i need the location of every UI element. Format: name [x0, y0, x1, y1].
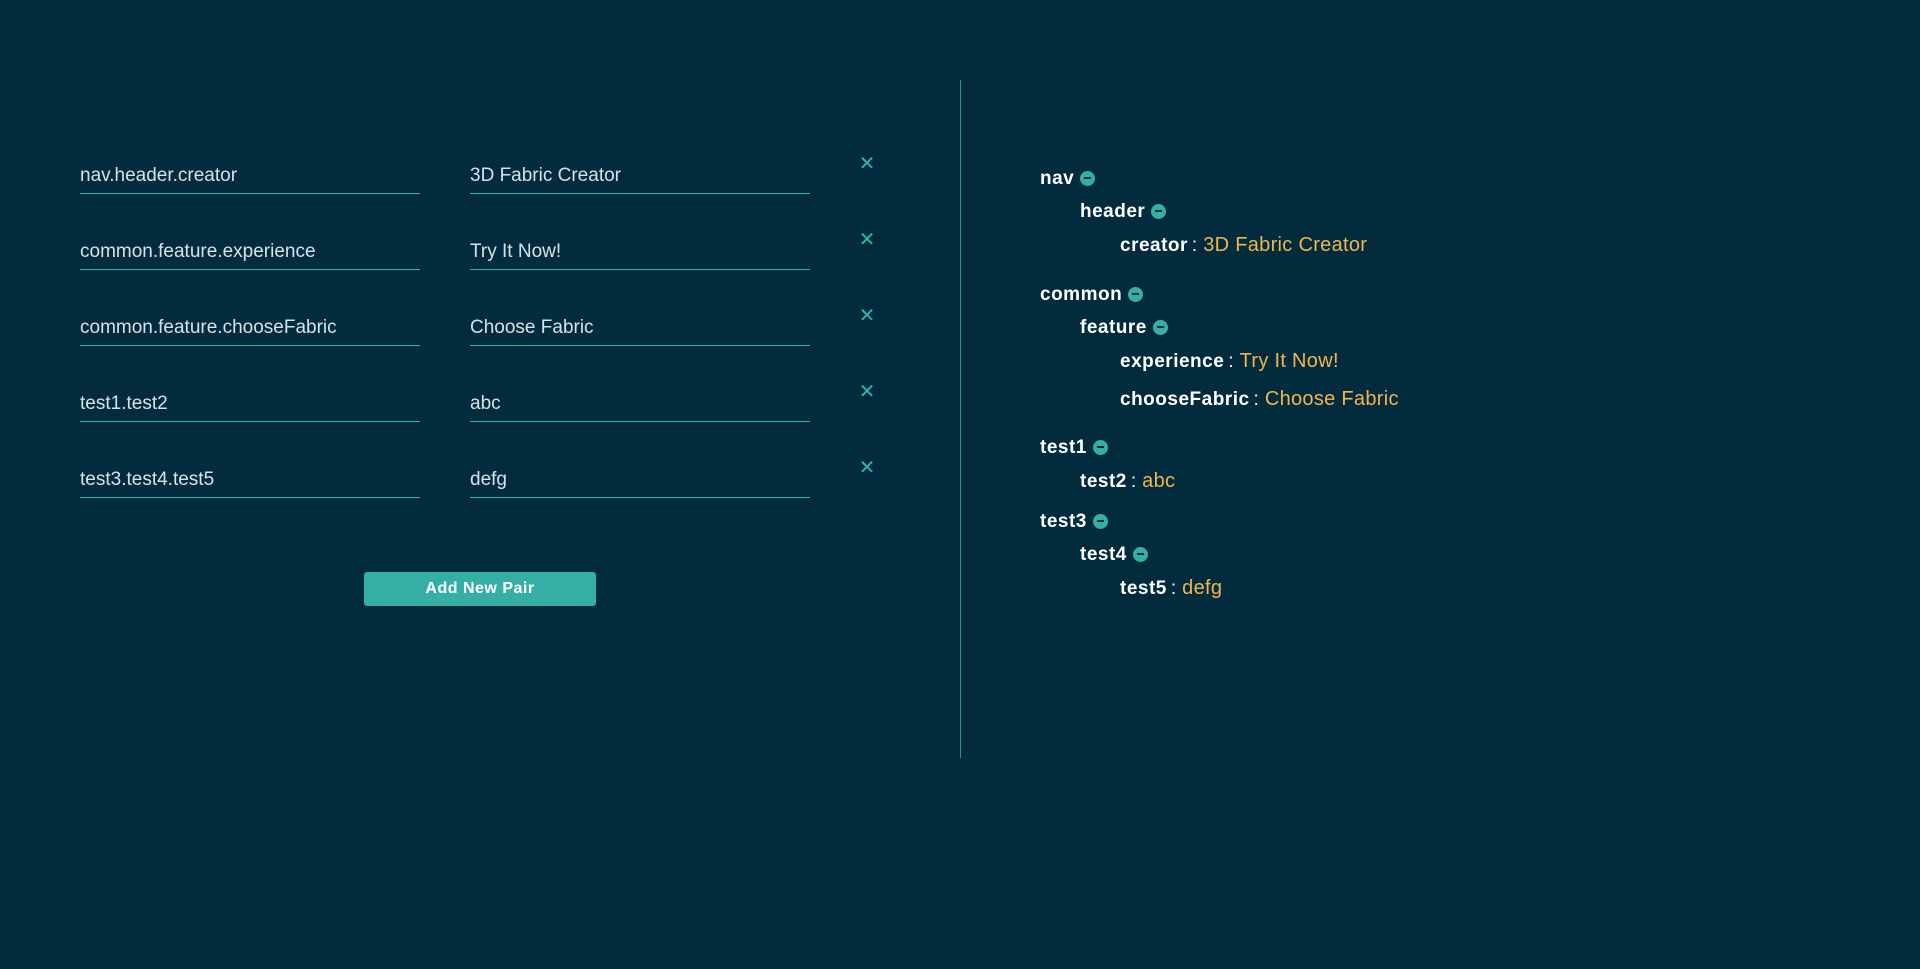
tree-leaf-key: test5	[1120, 578, 1167, 599]
key-input[interactable]	[80, 302, 420, 346]
remove-pair-button[interactable]: ✕	[854, 226, 880, 252]
tree-leaf-value: Choose Fabric	[1264, 388, 1399, 410]
tree-node-label: common	[1040, 284, 1123, 305]
key-value-separator: :	[1191, 235, 1198, 256]
value-input[interactable]	[470, 454, 810, 498]
key-input[interactable]	[80, 150, 420, 194]
key-value-separator: :	[1130, 471, 1137, 492]
tree-leaf-creator: creator:3D Fabric Creator	[1120, 234, 1840, 284]
tree-leaf-key: chooseFabric	[1120, 389, 1250, 410]
remove-pair-button[interactable]: ✕	[854, 378, 880, 404]
tree-node-label: test3	[1040, 511, 1087, 532]
key-input[interactable]	[80, 454, 420, 498]
tree-leaf-experience: experience: Try It Now!	[1120, 350, 1840, 388]
tree-leaf-chooseFabric: chooseFabric: Choose Fabric	[1120, 388, 1840, 437]
value-input[interactable]	[470, 302, 810, 346]
tree-node-label: header	[1080, 201, 1146, 222]
value-input[interactable]	[470, 150, 810, 194]
key-input[interactable]	[80, 378, 420, 422]
remove-pair-button[interactable]: ✕	[854, 150, 880, 176]
tree-leaf-key: test2	[1080, 471, 1127, 492]
tree-leaf-key: experience	[1120, 351, 1225, 372]
collapse-icon[interactable]	[1080, 170, 1096, 186]
key-value-separator: :	[1253, 389, 1259, 410]
key-value-separator: :	[1170, 578, 1177, 599]
tree-leaf-test5: test5: defg	[1120, 577, 1840, 610]
tree-node-feature: feature	[1080, 317, 1840, 350]
tree-node-common: common	[1040, 284, 1840, 317]
tree-leaf-value: Try It Now!	[1239, 350, 1339, 372]
collapse-icon[interactable]	[1092, 439, 1108, 455]
collapse-icon[interactable]	[1128, 286, 1144, 302]
tree-node-label: test4	[1080, 544, 1127, 565]
collapse-icon[interactable]	[1151, 203, 1167, 219]
tree-node-label: nav	[1040, 168, 1075, 189]
collapse-icon[interactable]	[1152, 319, 1168, 335]
tree-leaf-key: creator	[1120, 235, 1188, 256]
key-input[interactable]	[80, 226, 420, 270]
add-new-pair-button[interactable]: Add New Pair	[364, 572, 596, 606]
tree-node-test3: test3	[1040, 511, 1840, 544]
tree-node-test4: test4	[1080, 544, 1840, 577]
collapse-icon[interactable]	[1132, 546, 1148, 562]
pair-row: ✕	[80, 302, 900, 378]
tree-leaf-value: abc	[1142, 470, 1176, 492]
tree-node-nav: nav	[1040, 168, 1840, 201]
key-value-separator: :	[1228, 351, 1234, 372]
pair-row: ✕	[80, 150, 900, 226]
pair-editor: ✕ ✕ ✕ ✕ ✕ Add New Pair	[80, 150, 900, 606]
pair-row: ✕	[80, 454, 900, 530]
tree-node-label: feature	[1080, 317, 1147, 338]
remove-pair-button[interactable]: ✕	[854, 454, 880, 480]
value-input[interactable]	[470, 226, 810, 270]
tree-leaf-value: 3D Fabric Creator	[1203, 234, 1368, 256]
tree-leaf-value: defg	[1182, 577, 1223, 599]
tree-node-label: test1	[1040, 437, 1087, 458]
pair-row: ✕	[80, 226, 900, 302]
collapse-icon[interactable]	[1092, 513, 1108, 529]
tree-node-header: header	[1080, 201, 1840, 234]
value-input[interactable]	[470, 378, 810, 422]
pair-row: ✕	[80, 378, 900, 454]
tree-leaf-test2: test2: abc	[1080, 470, 1840, 511]
panel-divider	[960, 80, 961, 758]
remove-pair-button[interactable]: ✕	[854, 302, 880, 328]
json-tree: nav header creator:3D Fabric Creator com…	[1040, 168, 1840, 610]
app-root: ✕ ✕ ✕ ✕ ✕ Add New Pair nav	[0, 0, 1920, 969]
tree-node-test1: test1	[1040, 437, 1840, 470]
